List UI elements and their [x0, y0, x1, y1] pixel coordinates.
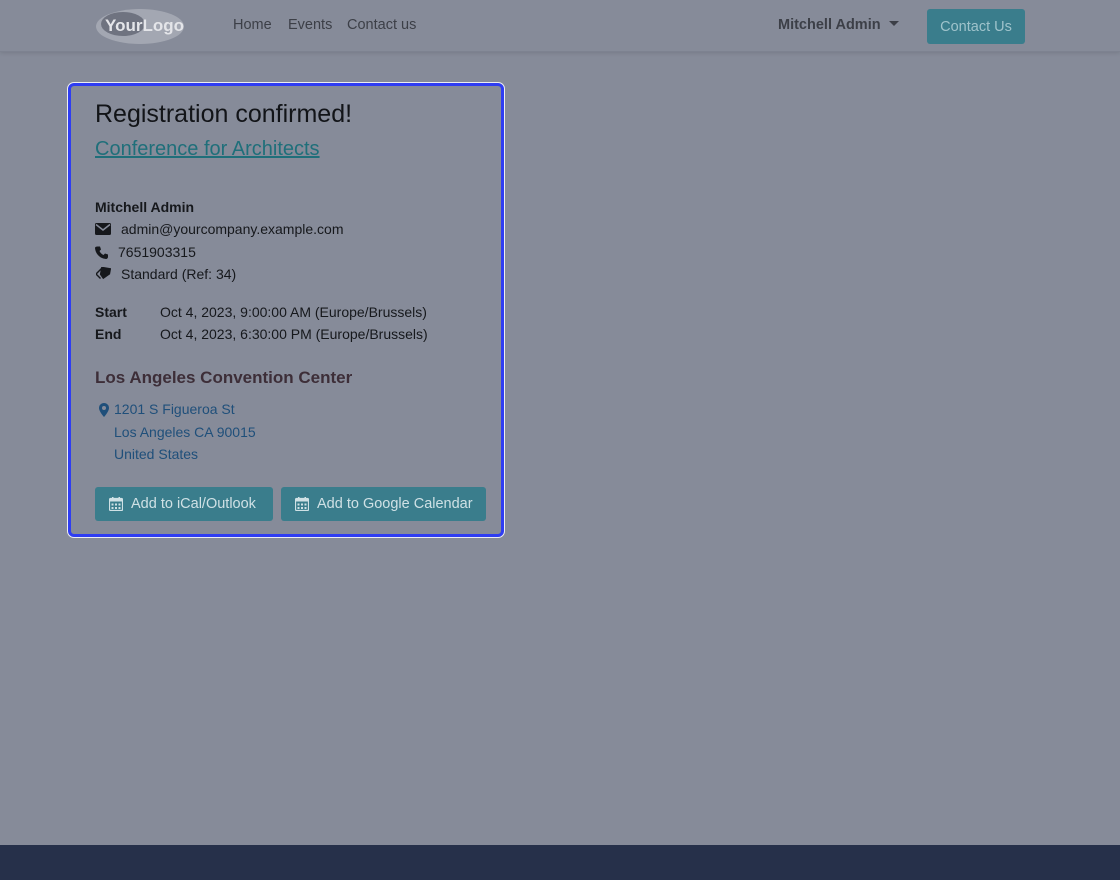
ticket-icon	[95, 267, 113, 281]
envelope-icon	[95, 222, 113, 236]
user-menu-dropdown[interactable]: Mitchell Admin	[778, 17, 899, 33]
logo-text: YourLogo	[105, 16, 184, 35]
nav-home[interactable]: Home	[233, 17, 272, 33]
event-name-link[interactable]: Conference for Architects	[95, 138, 320, 161]
attendee-ticket: Standard (Ref: 34)	[121, 266, 237, 282]
site-logo[interactable]: YourLogo	[95, 8, 185, 45]
venue-address-line1[interactable]: 1201 S Figueroa St	[114, 401, 235, 417]
start-datetime: Oct 4, 2023, 9:00:00 AM (Europe/Brussels…	[160, 304, 427, 320]
navbar: YourLogo Home Events Contact us Mitchell…	[0, 0, 1120, 52]
add-to-google-calendar-button[interactable]: Add to Google Calendar	[281, 487, 486, 521]
start-label: Start	[95, 304, 127, 320]
user-menu-name: Mitchell Admin	[778, 17, 881, 33]
add-to-ical-label: Add to iCal/Outlook	[131, 496, 256, 512]
venue-address-line2[interactable]: Los Angeles CA 90015	[114, 424, 256, 440]
attendee-ticket-row: Standard (Ref: 34)	[95, 266, 236, 282]
attendee-phone: 7651903315	[118, 244, 196, 260]
attendee-email: admin@yourcompany.example.com	[121, 221, 344, 237]
add-to-google-calendar-label: Add to Google Calendar	[317, 496, 473, 512]
chevron-down-icon	[888, 20, 899, 26]
page-footer	[0, 845, 1120, 880]
add-to-ical-button[interactable]: Add to iCal/Outlook	[95, 487, 273, 521]
contact-us-button[interactable]: Contact Us	[927, 9, 1025, 44]
attendee-name: Mitchell Admin	[95, 199, 195, 215]
page-title: Registration confirmed!	[95, 100, 353, 128]
end-label: End	[95, 326, 122, 342]
end-datetime: Oct 4, 2023, 6:30:00 PM (Europe/Brussels…	[160, 326, 428, 342]
nav-events[interactable]: Events	[288, 17, 332, 33]
attendee-phone-row: 7651903315	[95, 244, 196, 260]
registration-confirmation-card: Registration confirmed! Conference for A…	[68, 83, 504, 537]
calendar-icon	[295, 497, 309, 511]
attendee-email-row: admin@yourcompany.example.com	[95, 221, 344, 237]
map-marker-icon	[99, 403, 109, 422]
phone-icon	[95, 245, 110, 259]
venue-country[interactable]: United States	[114, 446, 198, 462]
calendar-icon	[109, 497, 123, 511]
nav-contact-us[interactable]: Contact us	[347, 17, 416, 33]
venue-name: Los Angeles Convention Center	[95, 368, 353, 387]
